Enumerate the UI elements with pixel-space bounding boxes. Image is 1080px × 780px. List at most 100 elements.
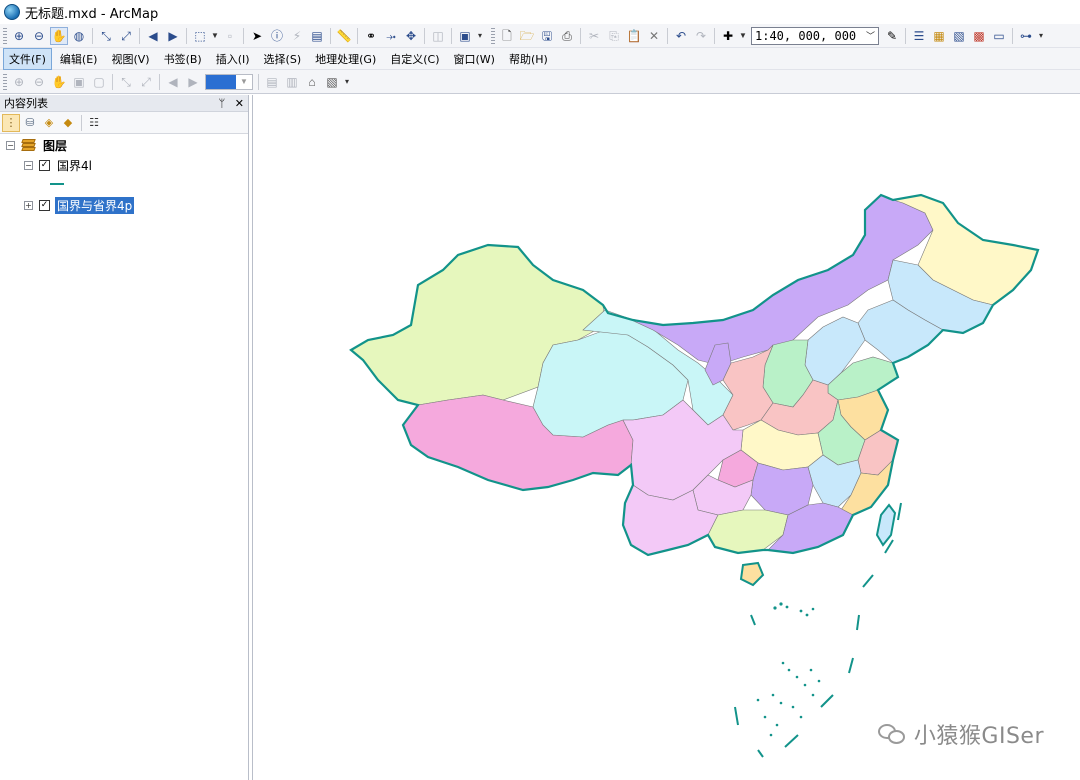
time-slider-icon[interactable]: ◫	[429, 27, 447, 45]
save-icon[interactable]: 🖫	[538, 27, 556, 45]
arctoolbox-icon[interactable]: ▩	[970, 27, 988, 45]
identify-icon[interactable]: ⓘ	[268, 27, 286, 45]
print-icon[interactable]: ⎙	[558, 27, 576, 45]
fixed-zoom-out-icon[interactable]: ⤢	[117, 27, 135, 45]
menu-bookmarks[interactable]: 书签(B)	[158, 48, 208, 70]
add-data-icon[interactable]: ✚	[719, 27, 737, 45]
list-by-selection-icon[interactable]: ◆	[59, 114, 77, 132]
search-window-icon[interactable]: ▧	[950, 27, 968, 45]
add-data-dropdown-icon[interactable]: ▼	[739, 27, 747, 45]
collapse-icon[interactable]: −	[24, 160, 33, 170]
html-popup-icon[interactable]: ▤	[308, 27, 326, 45]
layer-visibility-checkbox[interactable]: ✓	[39, 159, 50, 171]
select-features-icon[interactable]: ⬚	[191, 27, 209, 45]
redo-icon[interactable]: ↷	[692, 27, 710, 45]
toolbar-options-icon[interactable]: ▾	[476, 27, 484, 45]
layout-zoom-out-icon[interactable]: ⊖	[30, 73, 48, 91]
layer-visibility-checkbox[interactable]: ✓	[39, 199, 50, 211]
focus-data-frame-icon[interactable]: ▥	[283, 73, 301, 91]
paste-icon[interactable]: 📋	[625, 27, 643, 45]
toolbar-options-icon[interactable]: ▾	[343, 73, 351, 91]
zoom-in-icon[interactable]: ⊕	[10, 27, 28, 45]
menu-view[interactable]: 视图(V)	[105, 48, 155, 70]
close-icon[interactable]: ✕	[235, 97, 244, 110]
full-extent-globe-icon[interactable]: ◍	[70, 27, 88, 45]
tools-toolbar: ⊕ ⊖ ✋ ◍ ⤡ ⤢ ◀ ▶ ⬚ ▼ ▫ ➤ ⓘ ⚡ ▤ 📏 ⚭ ⤞ ✥ ◫ …	[0, 24, 1080, 48]
chevron-down-icon[interactable]: ﹀	[866, 29, 875, 42]
chevron-down-icon[interactable]: ▼	[236, 75, 252, 89]
expand-icon[interactable]: +	[24, 200, 33, 210]
map-display[interactable]: 小猿猴GISer	[252, 95, 1080, 780]
menu-file[interactable]: 文件(F)	[3, 47, 52, 70]
layers-root-row[interactable]: − 图层	[6, 136, 69, 154]
line-symbol-swatch[interactable]	[50, 183, 64, 185]
table-of-contents-icon[interactable]: ☰	[910, 27, 928, 45]
layer-row-guojie-shengjie4p[interactable]: + ✓ 国界与省界4p	[24, 196, 135, 214]
clear-selection-icon[interactable]: ▫	[221, 27, 239, 45]
zoom-100-icon[interactable]: ▢	[90, 73, 108, 91]
copy-icon[interactable]: ⎘	[605, 27, 623, 45]
list-by-visibility-icon[interactable]: ◈	[40, 114, 58, 132]
cut-icon[interactable]: ✂	[585, 27, 603, 45]
layers-root-label[interactable]: 图层	[41, 137, 69, 154]
layout-pan-icon[interactable]: ✋	[50, 73, 68, 91]
data-driven-pages-icon[interactable]: ▧	[323, 73, 341, 91]
undo-icon[interactable]: ↶	[672, 27, 690, 45]
south-china-sea-islands	[756, 602, 821, 737]
pan-hand-icon[interactable]: ✋	[50, 26, 68, 45]
options-icon[interactable]: ☷	[85, 114, 103, 132]
layer-name-selected[interactable]: 国界与省界4p	[55, 196, 135, 214]
list-by-drawing-order-icon[interactable]: ⋮	[2, 113, 20, 132]
layer-name[interactable]: 国界4l	[55, 157, 94, 174]
toolbar-grip[interactable]	[491, 27, 495, 44]
map-scale-combobox[interactable]: 1:40, 000, 000 ﹀	[751, 26, 879, 45]
menu-customize[interactable]: 自定义(C)	[384, 48, 445, 70]
hyperlink-icon[interactable]: ⚡	[288, 27, 306, 45]
forward-arrow-icon[interactable]: ▶	[164, 27, 182, 45]
menu-help[interactable]: 帮助(H)	[503, 48, 554, 70]
zoom-out-icon[interactable]: ⊖	[30, 27, 48, 45]
menu-geoprocessing[interactable]: 地理处理(G)	[309, 48, 382, 70]
list-by-source-icon[interactable]: ⛁	[21, 114, 39, 132]
dropdown-arrow-icon[interactable]: ▼	[211, 27, 219, 45]
layout-zoom-in-icon[interactable]: ⊕	[10, 73, 28, 91]
menu-insert[interactable]: 插入(I)	[210, 48, 256, 70]
measure-icon[interactable]: 📏	[335, 27, 353, 45]
toolbar-grip[interactable]	[3, 27, 7, 44]
open-folder-icon[interactable]: 🗁	[518, 27, 536, 45]
go-to-xy-icon[interactable]: ✥	[402, 27, 420, 45]
python-window-icon[interactable]: ▭	[990, 27, 1008, 45]
find-binoculars-icon[interactable]: ⚭	[362, 27, 380, 45]
layer-row-guojie4l[interactable]: − ✓ 国界4l	[24, 156, 94, 174]
title-bar: 无标题.mxd - ArcMap	[0, 0, 1080, 24]
find-route-icon[interactable]: ⤞	[382, 27, 400, 45]
catalog-icon[interactable]: ▦	[930, 27, 948, 45]
back-arrow-icon[interactable]: ◀	[144, 27, 162, 45]
viewer-window-icon[interactable]: ▣	[456, 27, 474, 45]
toolbar-grip[interactable]	[3, 73, 7, 90]
modelbuilder-icon[interactable]: ⊶	[1017, 27, 1035, 45]
menu-windows[interactable]: 窗口(W)	[448, 48, 501, 70]
toolbar-options-icon[interactable]: ▾	[1037, 27, 1045, 45]
layout-back-icon[interactable]: ◀	[164, 73, 182, 91]
menu-selection[interactable]: 选择(S)	[258, 48, 308, 70]
fixed-zoom-in-layout-icon[interactable]: ⤡	[117, 73, 135, 91]
dash-segment	[784, 734, 799, 748]
dash-segment	[897, 502, 902, 521]
delete-icon[interactable]: ✕	[645, 27, 663, 45]
new-document-icon[interactable]: 🗋	[498, 27, 516, 45]
change-layout-icon[interactable]: ⌂	[303, 73, 321, 91]
zoom-whole-page-icon[interactable]: ▣	[70, 73, 88, 91]
map-canvas[interactable]	[253, 95, 1080, 780]
editor-toolbar-icon[interactable]: ✎	[883, 27, 901, 45]
toggle-draft-mode-icon[interactable]: ▤	[263, 73, 281, 91]
auto-hide-pin-icon[interactable]: ᛘ	[219, 97, 226, 110]
zoom-percent-field[interactable]	[206, 74, 236, 89]
menu-edit[interactable]: 编辑(E)	[54, 48, 104, 70]
fixed-zoom-in-icon[interactable]: ⤡	[97, 27, 115, 45]
select-elements-arrow-icon[interactable]: ➤	[248, 27, 266, 45]
layout-zoom-control[interactable]: ▼	[205, 73, 253, 90]
fixed-zoom-out-layout-icon[interactable]: ⤢	[137, 73, 155, 91]
collapse-icon[interactable]: −	[6, 140, 15, 150]
layout-forward-icon[interactable]: ▶	[184, 73, 202, 91]
